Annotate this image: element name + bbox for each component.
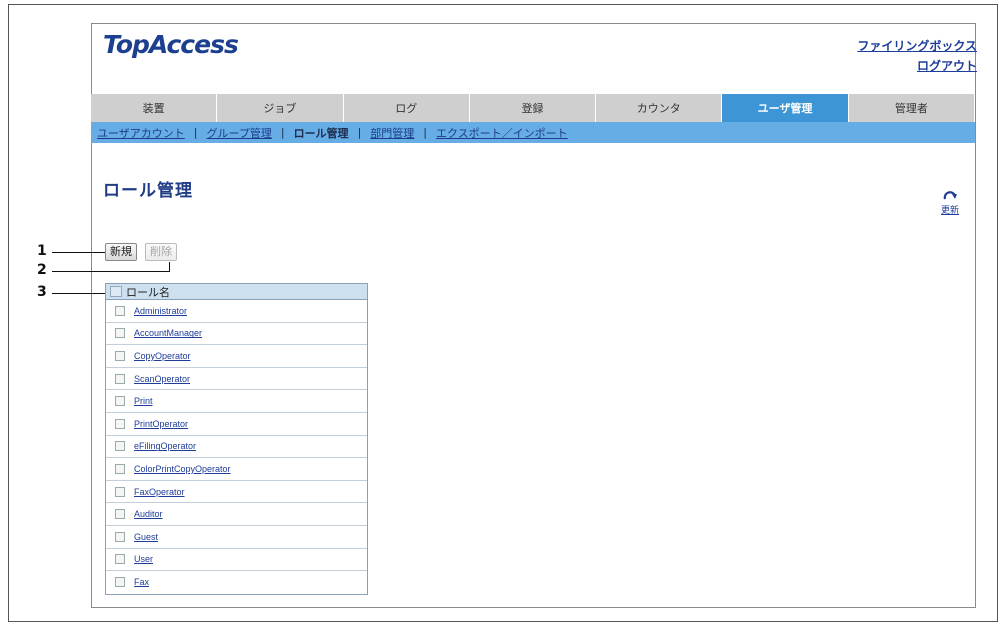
role-name-link[interactable]: AccountManager <box>134 328 202 338</box>
callout-line-2 <box>52 271 170 272</box>
role-name-link[interactable]: CopyOperator <box>134 351 191 361</box>
role-name-link[interactable]: ColorPrintCopyOperator <box>134 464 231 474</box>
page-title: ロール管理 <box>103 181 193 201</box>
row-checkbox[interactable] <box>115 441 125 452</box>
refresh-icon <box>943 191 957 200</box>
table-row: User <box>106 549 367 572</box>
refresh-label: 更新 <box>940 206 959 216</box>
role-name-link[interactable]: FaxOperator <box>134 487 185 497</box>
table-row: FaxOperator <box>106 481 367 504</box>
row-checkbox[interactable] <box>115 531 125 542</box>
top-links: ファイリングボックス ログアウト <box>857 36 977 76</box>
role-name-link[interactable]: Guest <box>134 532 158 542</box>
delete-button[interactable]: 削除 <box>145 243 177 261</box>
callout-line-2-tick <box>169 262 170 272</box>
table-row: CopyOperator <box>106 345 367 368</box>
tab-user-management[interactable]: ユーザ管理 <box>722 94 849 122</box>
topaccess-logo: TopAccess <box>103 30 239 59</box>
tab-counter[interactable]: カウンタ <box>596 94 723 122</box>
row-checkbox[interactable] <box>115 350 125 361</box>
row-checkbox[interactable] <box>115 396 125 407</box>
filing-box-link[interactable]: ファイリングボックス <box>857 36 977 56</box>
subnav-department-management[interactable]: 部門管理 <box>364 125 420 141</box>
subnav-group-management[interactable]: グループ管理 <box>201 125 278 141</box>
subnav-role-management: ロール管理 <box>293 126 349 140</box>
table-row: Print <box>106 390 367 413</box>
tab-registration[interactable]: 登録 <box>469 94 597 122</box>
table-row: ScanOperator <box>106 368 367 391</box>
sub-navigation: ユーザアカウント | グループ管理 | ロール管理 | 部門管理 | エクスポー… <box>91 122 975 143</box>
table-row: Fax <box>106 571 367 594</box>
row-checkbox[interactable] <box>115 509 125 520</box>
row-checkbox[interactable] <box>115 486 125 497</box>
role-name-column-header: ロール名 <box>126 285 170 299</box>
role-name-link[interactable]: Print <box>134 396 153 406</box>
subnav-separator: | <box>357 126 362 139</box>
subnav-user-account[interactable]: ユーザアカウント <box>91 125 191 141</box>
row-checkbox[interactable] <box>115 577 125 588</box>
callout-number-1: 1 <box>37 243 47 259</box>
tab-job[interactable]: ジョブ <box>217 94 344 122</box>
subnav-separator: | <box>423 126 427 139</box>
role-table-header: ロール名 <box>106 284 367 300</box>
callout-number-2: 2 <box>37 262 47 278</box>
callout-line-1 <box>52 252 105 253</box>
new-button[interactable]: 新規 <box>105 243 137 261</box>
role-name-link[interactable]: Fax <box>134 577 149 587</box>
role-name-link[interactable]: User <box>134 554 153 564</box>
tab-log[interactable]: ログ <box>343 94 470 122</box>
callout-number-3: 3 <box>37 284 47 300</box>
row-checkbox[interactable] <box>115 328 125 339</box>
role-name-link[interactable]: eFilingOperator <box>134 441 196 451</box>
subnav-separator: | <box>280 126 285 139</box>
role-name-link[interactable]: ScanOperator <box>134 374 190 384</box>
subnav-separator: | <box>193 126 198 139</box>
table-row: AccountManager <box>106 323 367 346</box>
table-row: Guest <box>106 526 367 549</box>
role-list: Administrator AccountManager CopyOperator S… <box>106 300 367 594</box>
tab-administrator[interactable]: 管理者 <box>848 94 975 122</box>
refresh-button[interactable]: 更新 <box>936 190 964 216</box>
logout-link[interactable]: ログアウト <box>857 56 977 76</box>
row-checkbox[interactable] <box>115 463 125 474</box>
tab-device[interactable]: 装置 <box>91 94 218 122</box>
table-row: Auditor <box>106 503 367 526</box>
main-tabs: 装置 ジョブ ログ 登録 カウンタ ユーザ管理 管理者 <box>91 94 975 122</box>
table-row: Administrator <box>106 300 367 323</box>
role-name-link[interactable]: Administrator <box>134 306 187 316</box>
row-checkbox[interactable] <box>115 373 125 384</box>
table-row: PrintOperator <box>106 413 367 436</box>
row-checkbox[interactable] <box>115 305 125 316</box>
role-name-link[interactable]: Auditor <box>134 509 163 519</box>
select-all-checkbox[interactable] <box>110 286 122 297</box>
table-row: ColorPrintCopyOperator <box>106 458 367 481</box>
row-checkbox[interactable] <box>115 418 125 429</box>
table-row: eFilingOperator <box>106 436 367 459</box>
role-name-link[interactable]: PrintOperator <box>134 419 188 429</box>
subnav-export-import[interactable]: エクスポート／インポート <box>430 125 574 141</box>
role-table: ロール名 Administrator AccountManager CopyOper… <box>105 283 368 595</box>
row-checkbox[interactable] <box>115 554 125 565</box>
